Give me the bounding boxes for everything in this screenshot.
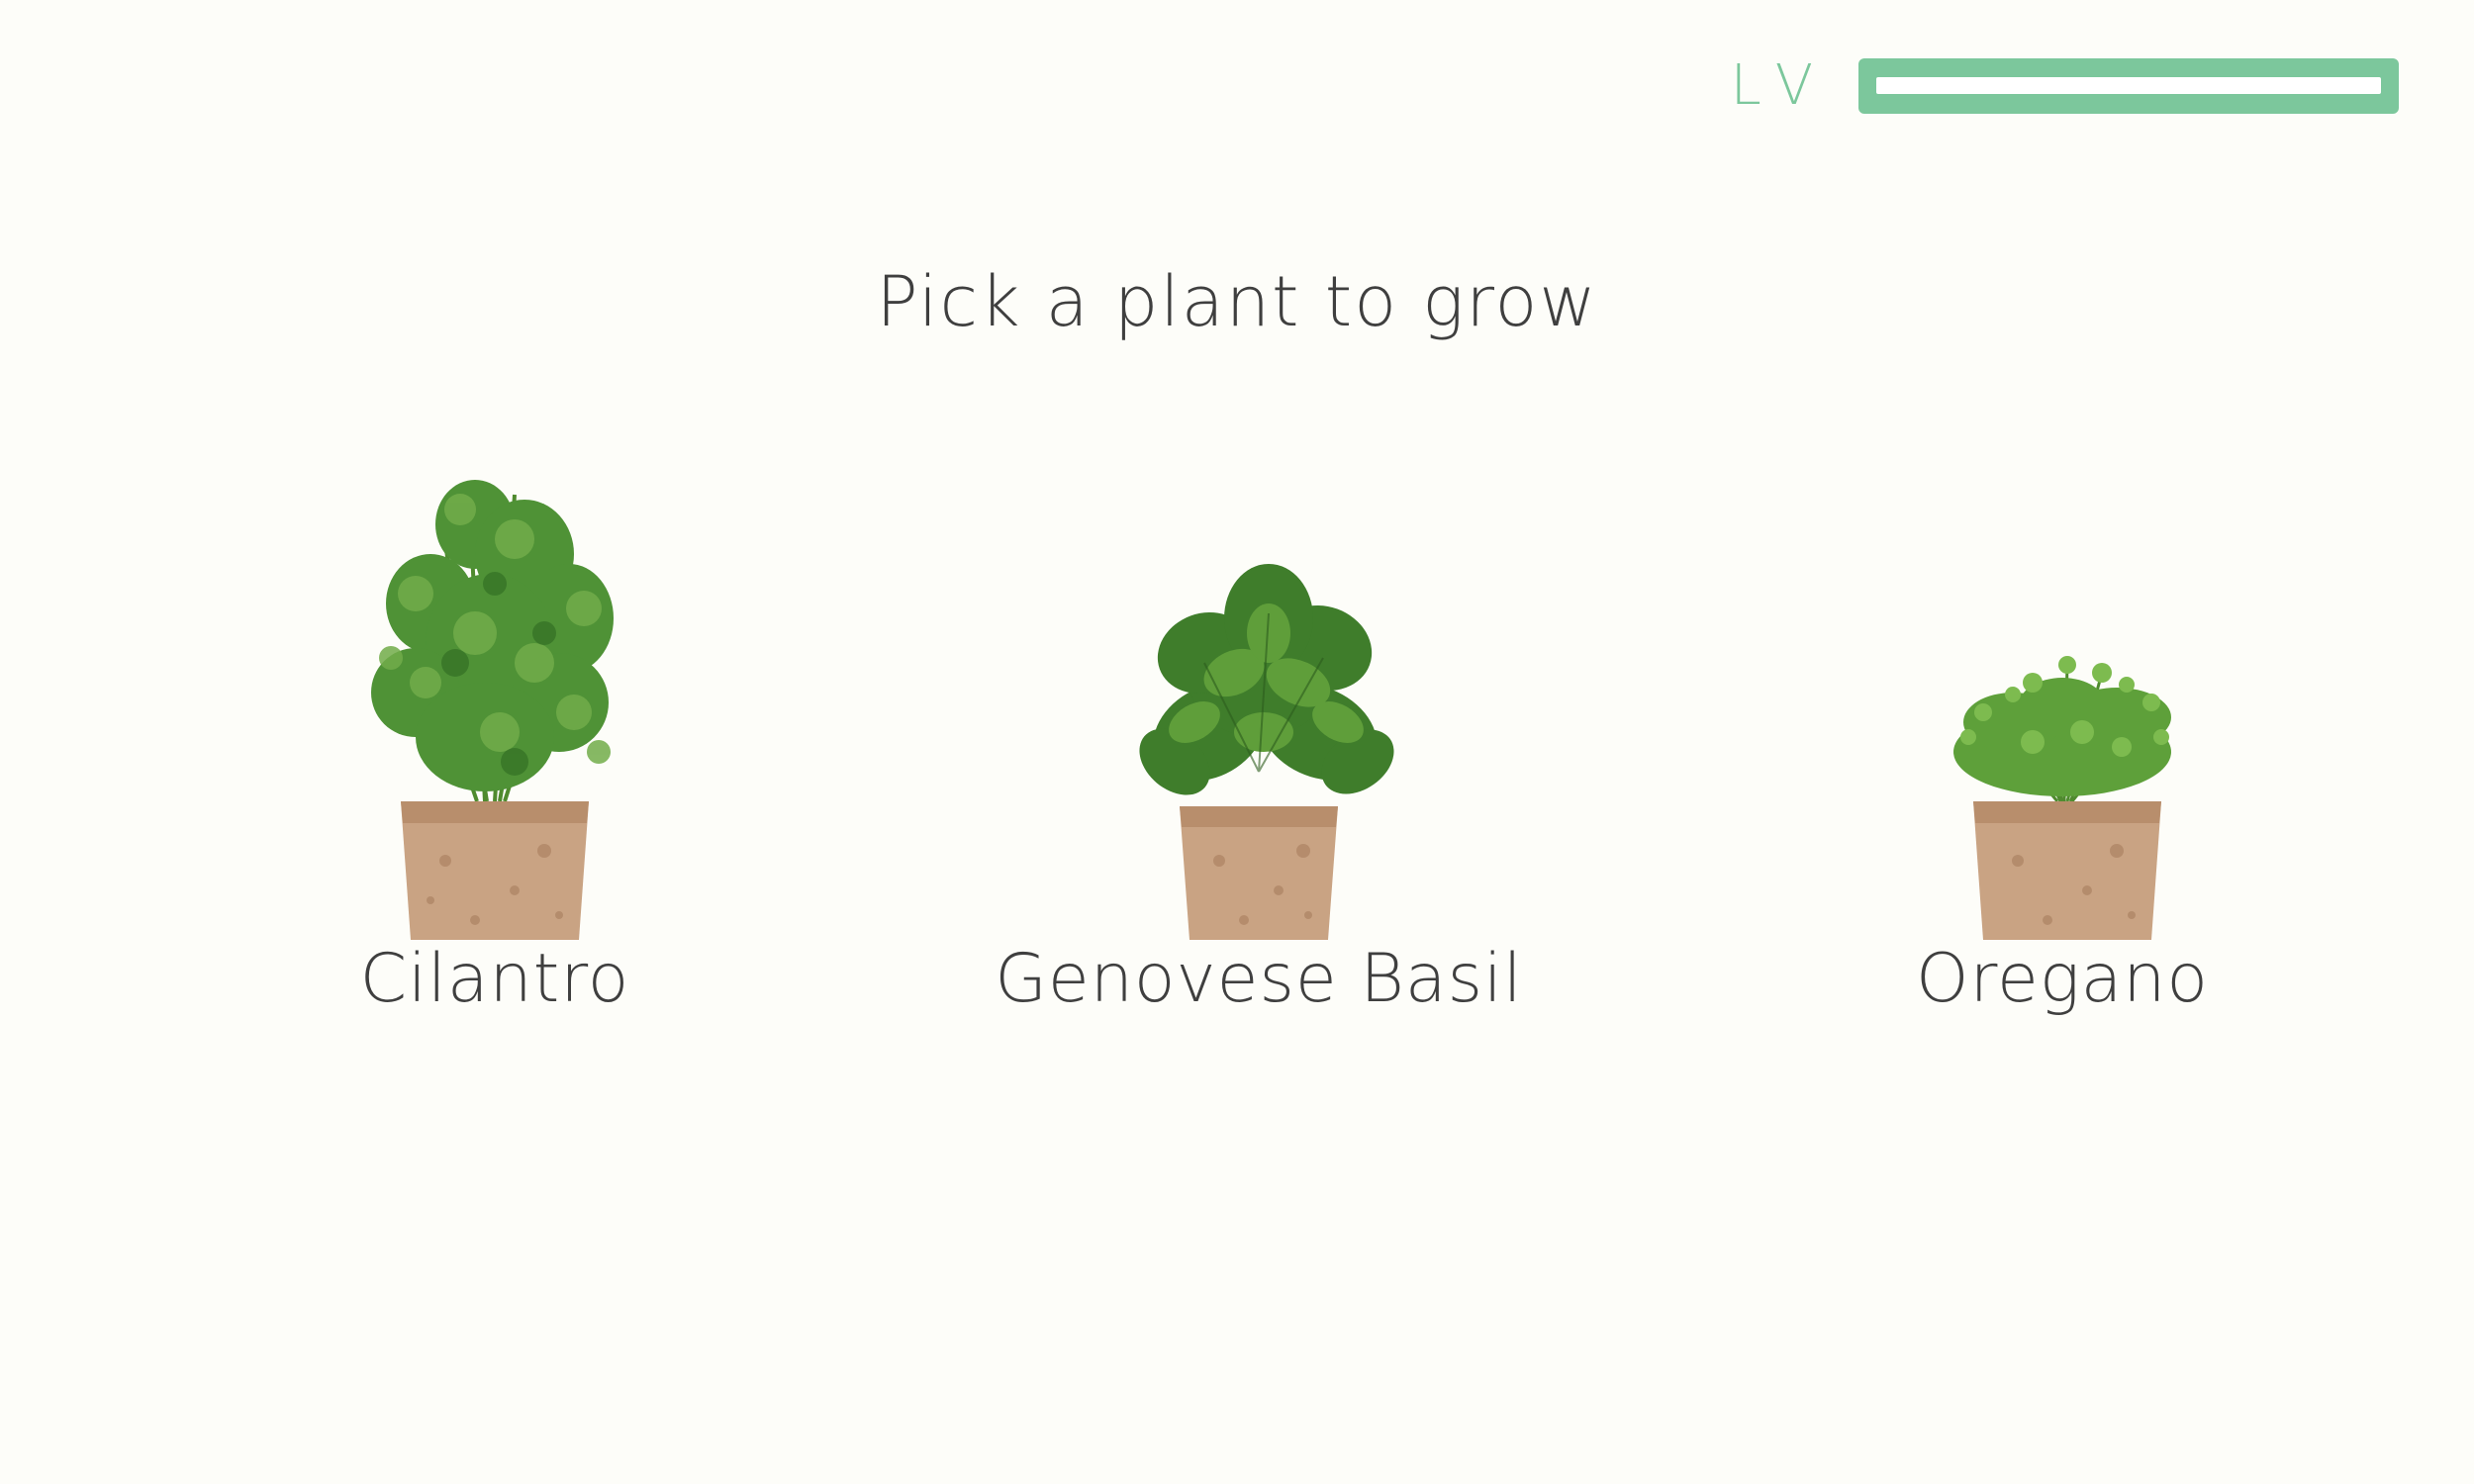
level-label: LV (1730, 53, 1833, 118)
plant-options: Cilantro Genovese Basil Oregano (0, 435, 2474, 1068)
level-progress-track (1876, 77, 2381, 94)
plant-option-cilantro[interactable]: Cilantro (218, 435, 772, 1049)
plant-option-basil[interactable]: Genovese Basil (982, 435, 1536, 1049)
level-progress-fill (1876, 77, 2381, 94)
plant-name-cilantro: Cilantro (359, 940, 630, 1018)
plant-name-oregano: Oregano (1916, 940, 2209, 1018)
cilantro-in-pot-icon (371, 480, 614, 940)
page-title: Pick a plant to grow (876, 261, 1598, 342)
plant-name-basil: Genovese Basil (995, 940, 1523, 1018)
plant-option-oregano[interactable]: Oregano (1785, 435, 2339, 1049)
basil-in-pot-icon (1139, 564, 1394, 940)
level-indicator: LV (1731, 58, 2399, 114)
oregano-in-pot-icon (1953, 656, 2171, 940)
level-progress-bar (1858, 58, 2399, 114)
